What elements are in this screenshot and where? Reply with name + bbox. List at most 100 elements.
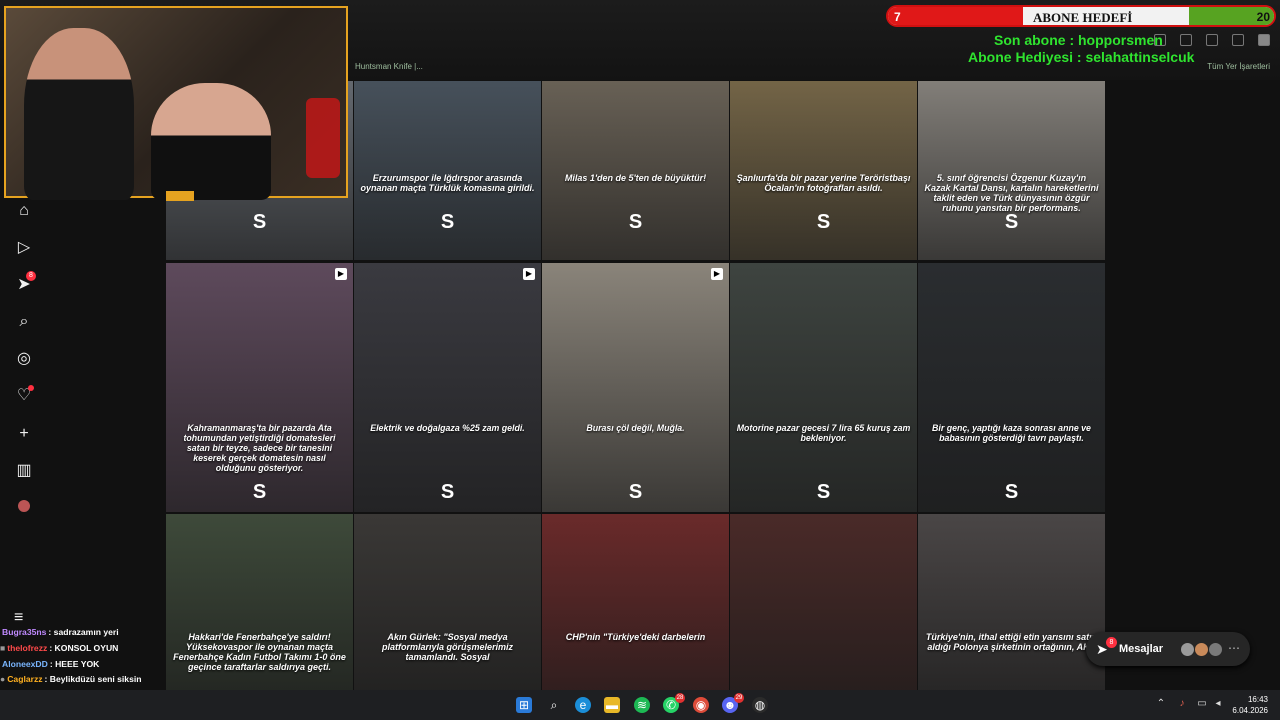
last-subscriber-text: Son abone : hopporsmen — [994, 32, 1163, 48]
home-icon[interactable]: ⌂ — [14, 201, 34, 221]
webcam-overlay — [4, 6, 348, 201]
reading-list-icon[interactable] — [1232, 34, 1244, 46]
grid-post[interactable]: Şanlıurfa'da bir pazar yerine Teröristba… — [730, 81, 917, 260]
menu-icon[interactable]: ≡ — [14, 610, 34, 626]
chat-badge-icon: ● — [0, 674, 6, 685]
chat-text: : KONSOL OYUN — [49, 642, 119, 653]
clock-date: 6.04.2026 — [1232, 706, 1268, 715]
post-caption: Kahramanmaraş'ta bir pazarda Ata tohumun… — [183, 423, 336, 473]
stream-logo — [166, 191, 194, 201]
brand-logo-icon: S — [252, 211, 267, 233]
goal-target: 20 — [1256, 10, 1270, 24]
edge-icon[interactable]: e — [575, 697, 591, 713]
obs-icon[interactable]: ◍ — [752, 697, 768, 713]
explore-icon[interactable]: ◎ — [14, 349, 34, 369]
chat-username: thelofrezz — [7, 642, 48, 653]
avatar — [1180, 642, 1195, 657]
brand-logo-icon: S — [816, 481, 831, 503]
grid-post[interactable]: ▶ Elektrik ve doğalgaza %25 zam geldi. S — [354, 263, 541, 512]
grid-post[interactable]: Hakkari'de Fenerbahçe'ye saldırı! Yüksek… — [166, 514, 353, 690]
post-caption: Motorine pazar gecesi 7 lira 65 kuruş za… — [736, 423, 911, 443]
search-icon[interactable]: ⌕ — [14, 312, 34, 332]
discord-badge: 29 — [734, 693, 744, 703]
grid-post[interactable]: ▶ Burası çöl değil, Muğla. S — [542, 263, 729, 512]
chat-message: ● Caglarzz: Beylikdüzü seni siksin — [0, 672, 170, 688]
grid-post[interactable]: Motorine pazar gecesi 7 lira 65 kuruş za… — [730, 263, 917, 512]
heart-icon[interactable]: ♡ — [14, 385, 34, 406]
chevron-up-icon[interactable]: ⌃ — [1155, 698, 1167, 710]
grid-post[interactable]: CHP'nin "Türkiye'deki darbelerin — [542, 514, 729, 690]
chrome-icon[interactable]: ◉ — [693, 697, 709, 713]
chat-message: ■thelofrezz: KONSOL OYUN — [0, 641, 170, 657]
all-bookmarks-link[interactable]: Tüm Yer İşaretleri — [1207, 62, 1270, 71]
grid-post[interactable]: Erzurumspor ile Iğdırspor arasında oynan… — [354, 81, 541, 260]
grid-post[interactable]: Bir genç, yaptığı kaza sonrası anne ve b… — [918, 263, 1105, 512]
goal-title: ABONE HEDEFİ — [1033, 10, 1133, 25]
network-icon[interactable]: ▭ — [1196, 698, 1208, 710]
volume-icon[interactable]: ◂ — [1212, 698, 1224, 710]
microphone-icon[interactable]: ♪ — [1176, 698, 1188, 710]
brand-logo-icon: S — [628, 481, 643, 503]
dashboard-icon[interactable]: ▥ — [14, 461, 34, 481]
activity-dot — [28, 385, 34, 391]
reels-icon[interactable]: ▷ — [14, 238, 34, 258]
bookmark-item[interactable]: Huntsman Knife |... — [355, 62, 423, 71]
chat-badge-icon: ■ — [0, 642, 6, 653]
chat-username: Bugra35ns — [2, 627, 47, 637]
grid-post[interactable]: Akın Gürlek: "Sosyal medya platformlarıy… — [354, 514, 541, 690]
messages-badge: 8 — [1106, 637, 1117, 648]
sub-gift-text: Abone Hediyesi : selahattinselcuk — [968, 49, 1195, 65]
create-icon[interactable]: + — [14, 424, 34, 444]
more-icon[interactable]: ⋯ — [1228, 641, 1240, 655]
grid-post[interactable]: ▶ Kahramanmaraş'ta bir pazarda Ata tohumu… — [166, 263, 353, 512]
reel-icon: ▶ — [711, 268, 723, 280]
post-caption: Türkiye'nin, ithal ettiği etin yarısını … — [925, 632, 1098, 652]
left-nav: ⌂ ▷ ➤ 8 ⌕ ◎ ♡ + ▥ — [0, 198, 48, 628]
profile-avatar[interactable] — [1258, 34, 1270, 46]
grid-post[interactable] — [730, 514, 917, 690]
file-explorer-icon[interactable]: ▬ — [604, 697, 620, 713]
reel-icon: ▶ — [335, 268, 347, 280]
profile-avatar-icon[interactable] — [14, 498, 34, 518]
brand-logo-icon: S — [1004, 211, 1019, 233]
translate-icon[interactable] — [1180, 34, 1192, 46]
post-caption: Burası çöl değil, Muğla. — [586, 423, 685, 433]
post-caption: Şanlıurfa'da bir pazar yerine Teröristba… — [736, 173, 911, 193]
brand-logo-icon: S — [440, 481, 455, 503]
brand-logo-icon: S — [440, 211, 455, 233]
search-icon[interactable]: ⌕ — [546, 697, 562, 713]
brand-logo-icon: S — [816, 211, 831, 233]
chat-username: Caglarzz — [7, 674, 43, 685]
chat-username: AloneexDD — [2, 658, 48, 669]
messages-button[interactable]: ➤ 8 Mesajlar ⋯ — [1086, 632, 1250, 666]
brand-logo-icon: S — [628, 211, 643, 233]
grid-post[interactable]: Türkiye'nin, ithal ettiği etin yarısını … — [918, 514, 1105, 690]
notification-badge: 8 — [26, 271, 36, 281]
messages-label: Mesajlar — [1119, 643, 1164, 655]
brand-logo-icon: S — [1004, 481, 1019, 503]
chat-message: AloneexDD: HEEE YOK — [0, 657, 170, 673]
goal-current: 7 — [894, 10, 901, 24]
start-icon[interactable]: ⊞ — [516, 697, 532, 713]
chat-text: : sadrazamın yeri — [48, 627, 119, 637]
avatar — [1208, 642, 1223, 657]
avatar — [1194, 642, 1209, 657]
puzzle-icon[interactable] — [1206, 34, 1218, 46]
whatsapp-icon[interactable]: ✆ 28 — [663, 693, 685, 713]
messages-icon[interactable]: ➤ 8 — [14, 271, 36, 295]
screen: Huntsman Knife |... Tüm Yer İşaretleri A… — [0, 0, 1280, 720]
brand-logo-icon: S — [252, 481, 267, 503]
spotify-icon[interactable]: ≋ — [634, 697, 650, 713]
taskbar-clock[interactable]: 16:43 6.04.2026 — [1232, 694, 1268, 716]
post-caption: Akın Gürlek: "Sosyal medya platformlarıy… — [381, 632, 514, 662]
discord-icon[interactable]: ☻ 29 — [722, 693, 744, 713]
post-caption: CHP'nin "Türkiye'deki darbelerin — [565, 632, 706, 642]
post-caption: Bir genç, yaptığı kaza sonrası anne ve b… — [932, 423, 1091, 443]
grid-post[interactable]: Milas 1'den de 5'ten de büyüktür! S — [542, 81, 729, 260]
grid-post[interactable]: 5. sınıf öğrencisi Özgenur Kuzay'ın Kaza… — [918, 81, 1105, 260]
goal-progress-fill — [888, 7, 1024, 25]
post-caption: 5. sınıf öğrencisi Özgenur Kuzay'ın Kaza… — [924, 173, 1099, 213]
rgb-light — [306, 98, 340, 178]
browser-toolbar-icons — [1154, 34, 1270, 46]
post-caption: Milas 1'den de 5'ten de büyüktür! — [564, 173, 707, 183]
